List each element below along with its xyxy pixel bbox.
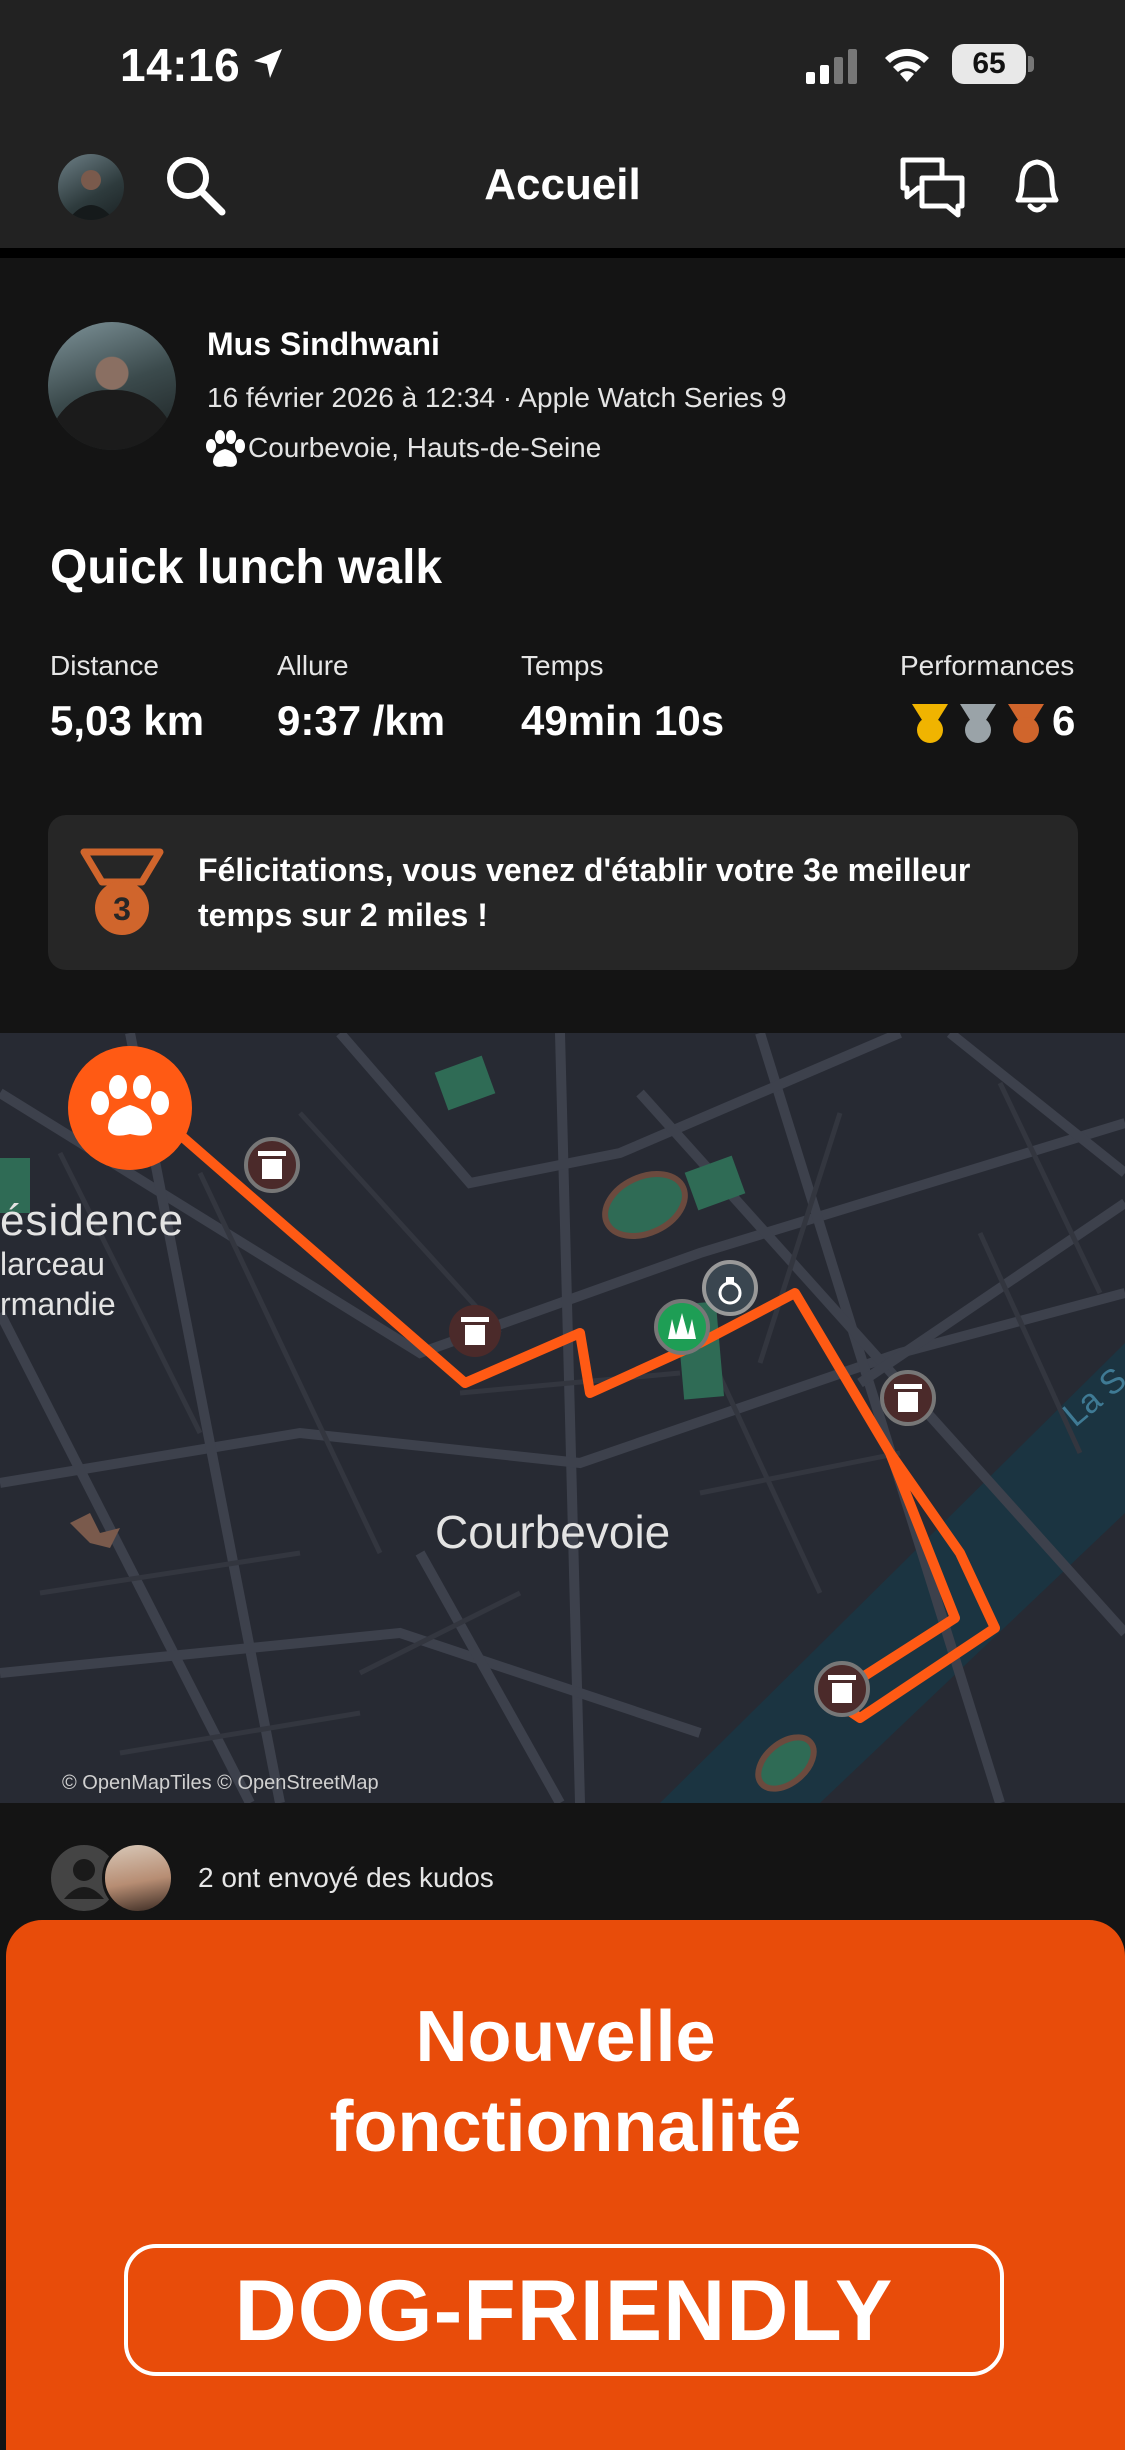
athlete-name[interactable]: Mus Sindhwani xyxy=(207,326,440,363)
silver-medal-icon xyxy=(960,704,996,743)
distance-value: 5,03 km xyxy=(50,697,205,744)
pace-label: Allure xyxy=(277,650,349,681)
activity-location: Courbevoie, Hauts-de-Seine xyxy=(248,432,602,463)
trash-marker-icon[interactable] xyxy=(880,1370,936,1426)
performances-count: 6 xyxy=(1052,697,1076,744)
bronze-medal-icon xyxy=(1008,704,1044,743)
avatar-body xyxy=(48,390,176,450)
kudos-text[interactable]: 2 ont envoyé des kudos xyxy=(198,1862,494,1894)
trash-marker-icon[interactable] xyxy=(244,1137,300,1193)
athlete-avatar[interactable] xyxy=(48,322,176,450)
map-canvas: ésidence larceau rmandie Courbevoie La S xyxy=(0,1033,1125,1803)
route-map[interactable]: ésidence larceau rmandie Courbevoie La S xyxy=(0,1033,1125,1803)
achievement-text: Félicitations, vous venez d'établir votr… xyxy=(198,852,971,933)
chat-icon[interactable] xyxy=(898,152,968,222)
trash-marker-icon[interactable] xyxy=(814,1661,870,1717)
location-arrow-icon xyxy=(254,49,282,78)
promo-title-line1: Nouvelle xyxy=(415,1997,716,2077)
trash-marker-icon[interactable] xyxy=(449,1305,501,1357)
bell-icon[interactable] xyxy=(1004,152,1070,218)
activity-meta: 16 février 2026 à 12:34 · Apple Watch Se… xyxy=(207,382,787,413)
activity-title[interactable]: Quick lunch walk xyxy=(50,540,442,595)
header-divider xyxy=(0,248,1125,258)
map-label-residence: ésidence xyxy=(0,1196,184,1245)
time-label: Temps xyxy=(521,650,604,681)
map-attribution[interactable]: © OpenMapTiles © OpenStreetMap xyxy=(62,1772,379,1795)
medal-rank: 3 xyxy=(113,891,131,927)
bag-marker-icon[interactable] xyxy=(702,1260,758,1316)
bronze-medal-large-icon: 3 xyxy=(80,848,164,935)
dog-friendly-button-label: DOG-FRIENDLY xyxy=(234,2263,894,2359)
pace-value: 9:37 /km xyxy=(277,697,446,744)
cellular-signal-icon xyxy=(806,49,857,84)
battery-nub xyxy=(1028,56,1034,72)
performances-label: Performances xyxy=(900,650,1075,681)
time-value: 49min 10s xyxy=(521,697,725,744)
status-time: 14:16 xyxy=(120,39,241,91)
wifi-icon xyxy=(885,48,929,82)
distance-label: Distance xyxy=(50,650,159,681)
start-paw-marker-icon[interactable] xyxy=(68,1046,192,1170)
battery-level: 65 xyxy=(952,44,1026,84)
promo-title-line2: fonctionnalité xyxy=(329,2087,802,2167)
kudos-avatar-user[interactable] xyxy=(102,1842,174,1914)
paw-icon xyxy=(206,430,245,467)
map-label-city: Courbevoie xyxy=(435,1506,670,1558)
promo-title: Nouvelle fonctionnalité xyxy=(6,1992,1125,2172)
map-label-residence-3: rmandie xyxy=(0,1286,116,1322)
grass-marker-icon[interactable] xyxy=(654,1299,710,1355)
map-label-residence-2: larceau xyxy=(0,1246,105,1282)
gold-medal-icon xyxy=(912,704,948,743)
